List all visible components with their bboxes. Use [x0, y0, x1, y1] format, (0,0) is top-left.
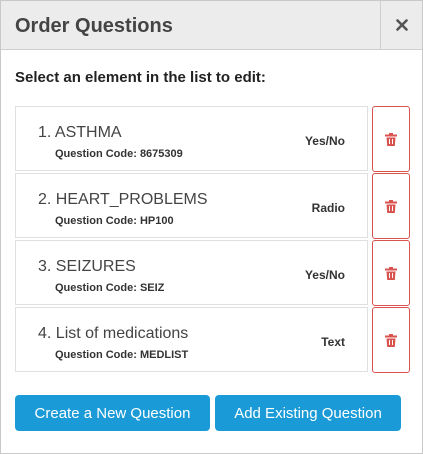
question-type: Text — [321, 335, 345, 349]
question-row: 2. HEART_PROBLEMS Question Code: HP100 R… — [15, 173, 410, 239]
order-questions-dialog: Order Questions Select an element in the… — [0, 0, 423, 454]
question-row: 3. SEIZURES Question Code: SEIZ Yes/No — [15, 240, 410, 306]
question-item[interactable]: 2. HEART_PROBLEMS Question Code: HP100 R… — [15, 173, 368, 238]
question-name: 2. HEART_PROBLEMS — [38, 191, 208, 208]
trash-icon — [385, 132, 397, 146]
question-code: Question Code: HP100 — [55, 215, 174, 227]
dialog-header: Order Questions — [1, 1, 422, 50]
question-code: Question Code: 8675309 — [55, 148, 183, 160]
question-type: Radio — [311, 201, 345, 215]
question-code: Question Code: MEDLIST — [55, 349, 189, 361]
question-item[interactable]: 3. SEIZURES Question Code: SEIZ Yes/No — [15, 240, 368, 305]
question-name: 1. ASTHMA — [38, 124, 122, 141]
question-item[interactable]: 4. List of medications Question Code: ME… — [15, 307, 368, 372]
question-row: 4. List of medications Question Code: ME… — [15, 307, 410, 373]
trash-icon — [385, 333, 397, 347]
question-name: 4. List of medications — [38, 325, 189, 342]
delete-question-button[interactable] — [372, 240, 410, 306]
question-type: Yes/No — [304, 134, 345, 148]
delete-question-button[interactable] — [372, 106, 410, 172]
question-code: Question Code: SEIZ — [55, 282, 165, 294]
dialog-title: Order Questions — [15, 15, 173, 37]
close-icon — [395, 19, 408, 31]
question-list: 1. ASTHMA Question Code: 8675309 Yes/No … — [15, 106, 410, 374]
instruction-text: Select an element in the list to edit: — [15, 69, 266, 86]
create-question-button[interactable]: Create a New Question — [15, 395, 210, 431]
trash-icon — [385, 266, 397, 280]
trash-icon — [385, 199, 397, 213]
question-name: 3. SEIZURES — [38, 258, 136, 275]
question-type: Yes/No — [304, 268, 345, 282]
question-item[interactable]: 1. ASTHMA Question Code: 8675309 Yes/No — [15, 106, 368, 171]
delete-question-button[interactable] — [372, 307, 410, 373]
close-button[interactable] — [380, 1, 422, 49]
add-existing-question-button[interactable]: Add Existing Question — [215, 395, 401, 431]
question-row: 1. ASTHMA Question Code: 8675309 Yes/No — [15, 106, 410, 172]
delete-question-button[interactable] — [372, 173, 410, 239]
